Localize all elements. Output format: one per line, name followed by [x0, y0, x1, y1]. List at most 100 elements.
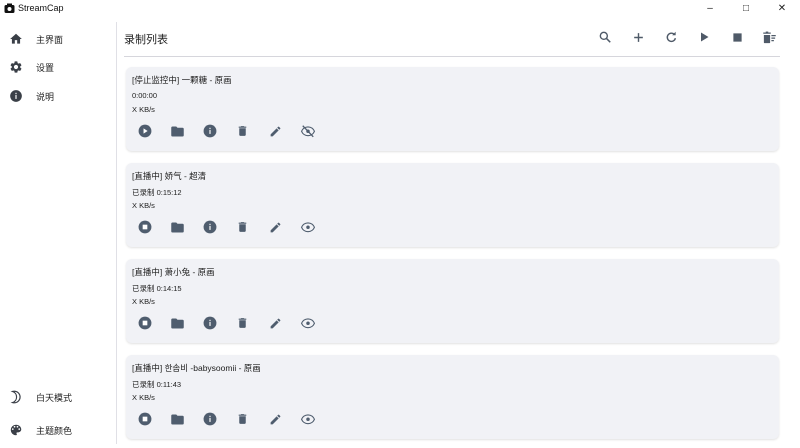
info-icon	[8, 88, 24, 104]
minimize-button[interactable]: –	[692, 0, 728, 16]
close-button[interactable]: ✕	[764, 0, 800, 16]
add-icon	[632, 31, 645, 44]
main-content: 录制列表 [停止监控中] 一颗糖 - 原画 0:00:00 X KB/s [直播…	[117, 16, 800, 448]
edit-button[interactable]	[267, 123, 283, 139]
close-icon: ✕	[777, 2, 787, 14]
toggle-monitor-button[interactable]	[300, 411, 316, 427]
recording-card: [直播中] 한솜비 -babysoomii - 原画 已录制 0:11:43 X…	[126, 355, 779, 439]
stop-circle-icon	[138, 316, 152, 330]
minimize-icon: –	[707, 2, 713, 14]
theme-mode-label: 白天模式	[36, 392, 73, 403]
info-icon	[203, 124, 217, 138]
info-button[interactable]	[202, 411, 218, 427]
trash-icon	[236, 412, 249, 426]
palette-icon	[8, 422, 24, 438]
recording-title: [直播中] 한솜비 -babysoomii - 原画	[132, 363, 261, 373]
refresh-button[interactable]	[662, 28, 680, 46]
toggle-monitor-button[interactable]	[300, 315, 316, 331]
delete-button[interactable]	[235, 123, 251, 139]
info-icon	[203, 316, 217, 330]
gear-icon	[8, 59, 24, 75]
header: 录制列表	[117, 16, 800, 58]
sidebar-item-label: 主界面	[36, 34, 64, 45]
stop-circle-icon	[138, 220, 152, 234]
recording-duration: 0:00:00	[132, 91, 158, 100]
moon-icon	[8, 389, 24, 405]
header-divider	[124, 56, 780, 57]
stop-button[interactable]	[137, 411, 153, 427]
sidebar-item-home[interactable]: 主界面	[8, 28, 108, 50]
add-button[interactable]	[629, 28, 647, 46]
stop-button[interactable]	[137, 315, 153, 331]
recording-card: [直播中] 娇气 - 超清 已录制 0:15:12 X KB/s	[126, 163, 779, 247]
info-icon	[203, 220, 217, 234]
edit-button[interactable]	[267, 219, 283, 235]
recording-title: [停止监控中] 一颗糖 - 原画	[132, 75, 232, 85]
recording-duration: 已录制 0:15:12	[132, 188, 182, 197]
pencil-icon	[269, 221, 282, 234]
recording-duration: 已录制 0:11:43	[132, 380, 182, 389]
trash-icon	[236, 316, 249, 330]
recording-duration: 已录制 0:14:15	[132, 284, 182, 293]
open-folder-button[interactable]	[170, 219, 186, 235]
app-title: StreamCap	[18, 3, 64, 13]
stop-circle-icon	[138, 412, 152, 426]
pencil-icon	[269, 317, 282, 330]
info-icon	[203, 412, 217, 426]
recording-title: [直播中] 萧小兔 - 原画	[132, 267, 215, 277]
folder-icon	[170, 220, 185, 235]
stop-all-icon	[732, 32, 743, 43]
page-title: 录制列表	[124, 34, 168, 46]
eye-icon	[300, 220, 316, 234]
info-button[interactable]	[202, 123, 218, 139]
recording-speed: X KB/s	[132, 393, 155, 402]
pencil-icon	[269, 125, 282, 138]
search-icon	[598, 30, 612, 44]
info-button[interactable]	[202, 219, 218, 235]
sidebar-item-info[interactable]: 说明	[8, 85, 108, 107]
open-folder-button[interactable]	[170, 411, 186, 427]
sidebar-item-label: 说明	[36, 91, 55, 102]
play-circle-icon	[138, 124, 152, 138]
delete-all-icon	[762, 30, 777, 45]
play-all-icon	[698, 31, 710, 43]
sidebar: 主界面 设置 说明 白天模式 主题颜色	[0, 16, 116, 448]
edit-button[interactable]	[267, 315, 283, 331]
recording-card: [停止监控中] 一颗糖 - 原画 0:00:00 X KB/s	[126, 67, 779, 151]
folder-icon	[170, 412, 185, 427]
stop-all-button[interactable]	[728, 28, 746, 46]
theme-mode-toggle[interactable]: 白天模式	[8, 386, 108, 408]
delete-button[interactable]	[235, 315, 251, 331]
folder-icon	[170, 316, 185, 331]
title-bar: StreamCap – □ ✕	[0, 0, 800, 16]
open-folder-button[interactable]	[170, 123, 186, 139]
maximize-button[interactable]: □	[728, 0, 764, 16]
edit-button[interactable]	[267, 411, 283, 427]
sidebar-item-settings[interactable]: 设置	[8, 56, 108, 78]
delete-button[interactable]	[235, 411, 251, 427]
recording-title: [直播中] 娇气 - 超清	[132, 171, 207, 181]
start-all-button[interactable]	[695, 28, 713, 46]
eye-off-icon	[300, 124, 316, 138]
toggle-monitor-button[interactable]	[300, 219, 316, 235]
recording-speed: X KB/s	[132, 201, 155, 210]
eye-icon	[300, 412, 316, 426]
maximize-icon: □	[742, 2, 750, 14]
play-button[interactable]	[137, 123, 153, 139]
delete-button[interactable]	[235, 219, 251, 235]
theme-color-button[interactable]: 主题颜色	[8, 419, 108, 441]
pencil-icon	[269, 413, 282, 426]
refresh-icon	[664, 30, 678, 44]
info-button[interactable]	[202, 315, 218, 331]
delete-all-button[interactable]	[760, 28, 778, 46]
home-icon	[8, 31, 24, 47]
recording-speed: X KB/s	[132, 105, 155, 114]
recording-card: [直播中] 萧小兔 - 原画 已录制 0:14:15 X KB/s	[126, 259, 779, 343]
app-logo-icon	[4, 3, 15, 14]
toggle-monitor-button[interactable]	[300, 123, 316, 139]
recording-speed: X KB/s	[132, 297, 155, 306]
theme-color-label: 主题颜色	[36, 425, 73, 436]
stop-button[interactable]	[137, 219, 153, 235]
open-folder-button[interactable]	[170, 315, 186, 331]
search-button[interactable]	[596, 28, 614, 46]
